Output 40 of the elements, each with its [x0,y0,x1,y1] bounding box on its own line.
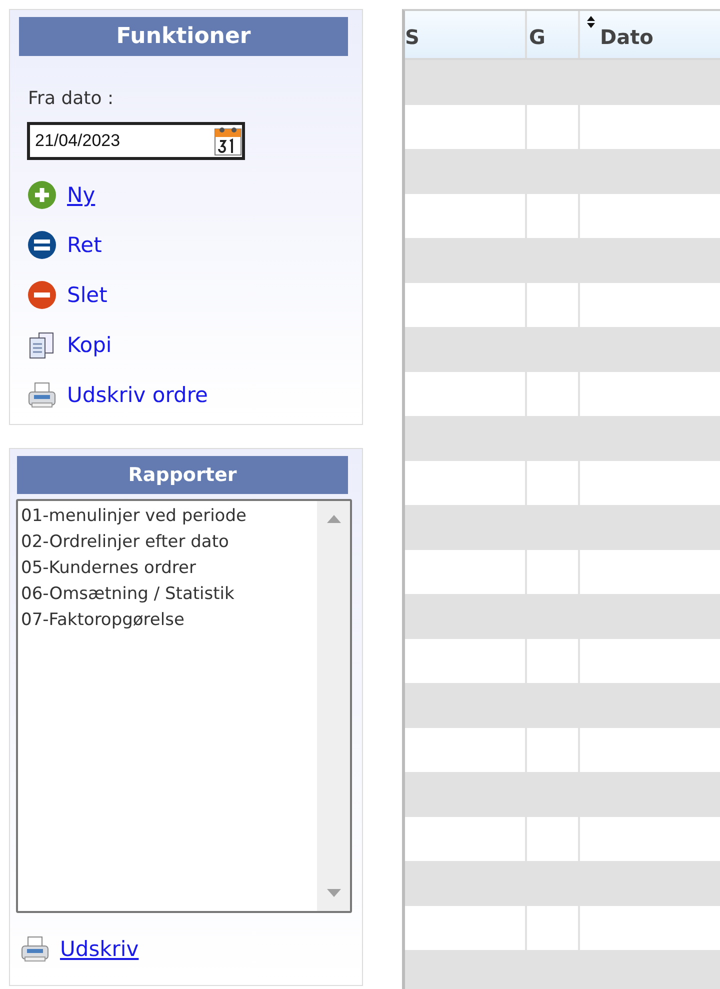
report-item[interactable]: 05-Kundernes ordrer [21,555,314,581]
column-header[interactable]: S [405,11,527,58]
table-row[interactable] [405,594,720,639]
table-row[interactable] [405,60,720,105]
date-field[interactable]: 21/04/2023 [27,122,245,160]
report-item[interactable]: 01-menulinjer ved periode [21,503,314,529]
table-row[interactable] [405,861,720,906]
table-row[interactable] [405,505,720,550]
report-item[interactable]: 07-Faktoropgørelse [21,607,314,633]
printer-icon [27,380,57,410]
printer-icon [20,934,50,964]
action-link[interactable]: Ny [27,179,96,210]
table-row[interactable] [405,327,720,372]
date-label: Fra dato : [28,88,115,109]
panel-header: Funktioner [19,17,348,56]
column-header[interactable]: G [527,11,580,58]
table-row[interactable] [405,950,720,989]
table-row[interactable] [405,238,720,283]
column-header[interactable]: Dato [580,11,720,58]
action-link[interactable]: Kopi [27,329,112,360]
scrollbar[interactable] [317,501,350,911]
table-row[interactable] [405,772,720,817]
minus-icon [27,280,57,310]
report-item[interactable]: 06-Omsætning / Statistik [21,581,314,607]
calendar-icon[interactable] [214,126,242,156]
scroll-down-icon[interactable] [326,889,340,897]
table-row[interactable] [405,416,720,461]
action-link[interactable]: Udskriv ordre [27,379,208,410]
report-item[interactable]: 02-Ordrelinjer efter dato [21,529,314,555]
print-link[interactable]: Udskriv [20,933,352,964]
equals-icon [27,230,57,260]
table-row[interactable] [405,683,720,728]
scroll-up-icon[interactable] [326,515,340,523]
panel-header: Rapporter [17,456,348,494]
table-row[interactable] [405,149,720,194]
action-link[interactable]: Slet [27,279,108,310]
action-link[interactable]: Ret [27,229,102,260]
plus-icon [27,180,57,210]
report-list[interactable]: 01-menulinjer ved periode 02-Ordrelinjer efter dato 05-Kundernes ordrer 06-Omsætning / Statistik 07-Faktoropgørelse [16,499,352,913]
sort-icon[interactable] [587,16,595,28]
